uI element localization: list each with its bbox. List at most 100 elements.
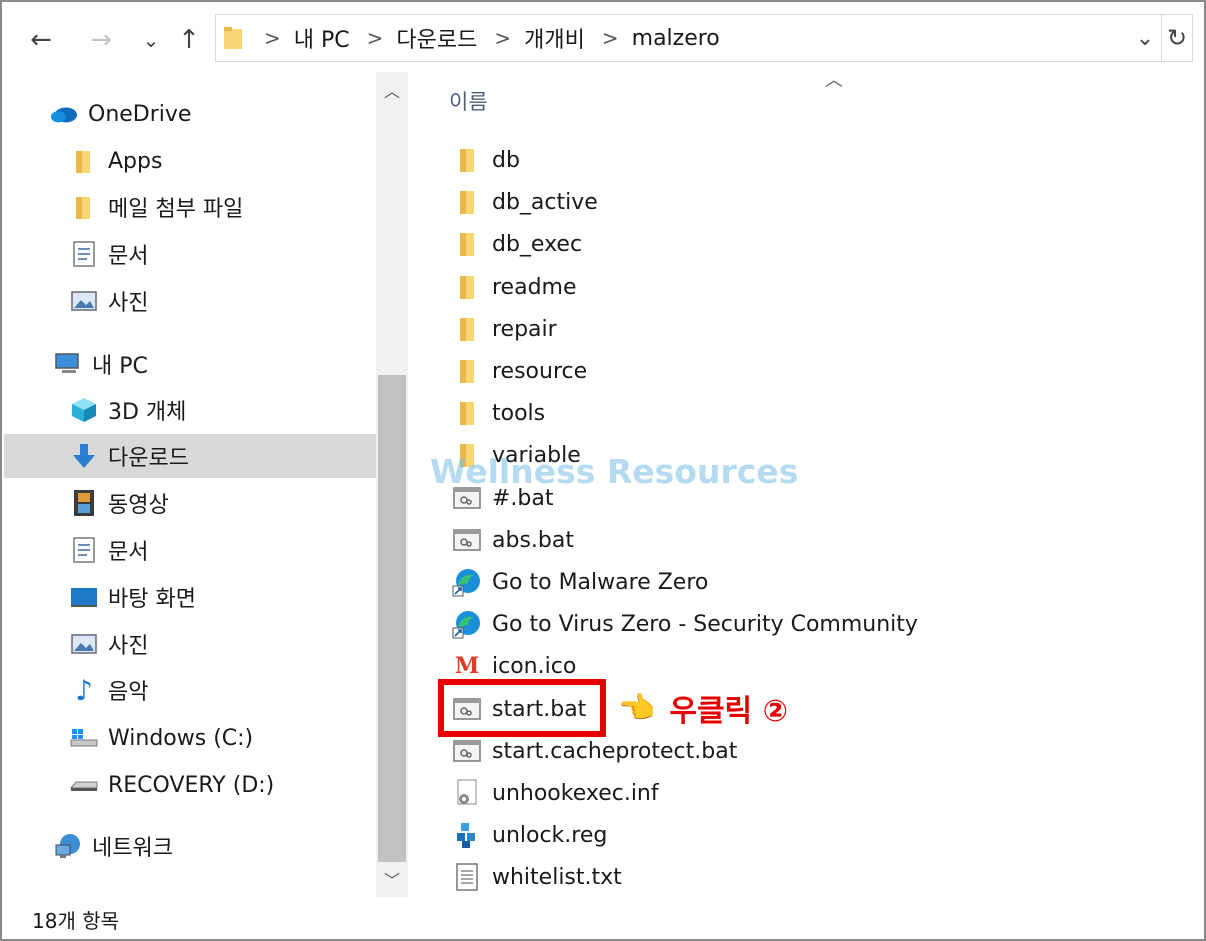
folder-icon [452,272,482,302]
refresh-button[interactable]: ↻ [1161,15,1192,61]
file-row[interactable]: db [452,140,520,180]
document-icon [70,240,98,268]
address-bar[interactable]: > 내 PC > 다운로드 > 개개비 > malzero ⌄ ↻ [215,14,1193,62]
sidebar-item-apps[interactable]: Apps [70,139,162,183]
sidebar-item-this-pc[interactable]: 내 PC [54,342,148,386]
sidebar-item-desktop[interactable]: 바탕 화면 [70,575,196,619]
windows-drive-icon [70,724,98,752]
breadcrumb-item[interactable]: malzero [632,26,720,51]
status-item-count: 18개 항목 [32,909,120,933]
file-row[interactable]: Go to Malware Zero [452,562,708,602]
sidebar-item-label: 3D 개체 [108,400,187,425]
up-button[interactable]: ↑ [172,22,206,58]
annotation: 👈 우클릭 ② [618,686,788,730]
chevron-down-icon: ⌄ [142,28,160,52]
edge-shortcut-icon [452,567,482,597]
file-name: db_exec [492,231,583,257]
folder-icon [452,356,482,386]
file-name: icon.ico [492,653,577,679]
sidebar-item-label: 다운로드 [108,446,189,471]
back-arrow-icon: ← [30,25,52,55]
sidebar-item-network[interactable]: 네트워크 [54,824,173,868]
text-file-icon [452,862,482,892]
highlight-box [438,679,606,737]
file-row[interactable]: Go to Virus Zero - Security Community [452,604,918,644]
sidebar-item-3d-objects[interactable]: 3D 개체 [70,388,186,432]
folder-icon [452,229,482,259]
file-row[interactable]: resource [452,351,587,391]
annotation-text: 우클릭 ② [669,694,789,729]
folder-icon [70,193,98,221]
forward-button[interactable]: → [84,22,118,58]
sidebar-item-music[interactable]: ♪ 음악 [70,668,148,712]
file-row[interactable]: readme [452,267,577,307]
computer-icon [54,350,82,378]
sidebar-scrollbar[interactable]: ︿ ﹀ [376,72,408,897]
file-name: db [492,147,520,173]
edge-shortcut-icon [452,609,482,639]
breadcrumb-item[interactable]: 다운로드 [396,22,477,54]
breadcrumb-item[interactable]: 내 PC [294,22,350,54]
batch-file-icon [452,736,482,766]
film-icon [70,489,98,517]
column-header-name[interactable]: 이름 [449,86,488,116]
recent-locations-button[interactable]: ⌄ [134,22,168,58]
sidebar-item-label: 사진 [108,634,149,659]
sidebar-item-mail-attachments[interactable]: 메일 첨부 파일 [70,185,243,229]
sidebar-item-documents-2[interactable]: 문서 [70,528,148,572]
file-row[interactable]: start.cacheprotect.bat [452,731,737,771]
file-row[interactable]: abs.bat [452,520,574,560]
folder-icon [452,314,482,344]
folder-icon [452,187,482,217]
file-row[interactable]: unhookexec.inf [452,773,659,813]
sidebar-item-onedrive[interactable]: OneDrive [50,92,191,136]
sidebar-item-label: 메일 첨부 파일 [108,197,244,222]
navigation-pane: OneDrive Apps 메일 첨부 파일 문서 사진 내 PC 3D 개체 [4,72,376,897]
sidebar-item-pictures[interactable]: 사진 [70,279,148,323]
address-dropdown-button[interactable]: ⌄ [1130,15,1160,61]
sidebar-item-label: 사진 [108,291,149,316]
sidebar-item-windows-c[interactable]: Windows (C:) [70,716,253,760]
sidebar-item-documents[interactable]: 문서 [70,232,148,276]
sidebar-item-pictures-2[interactable]: 사진 [70,622,148,666]
folder-icon [70,147,98,175]
sidebar-item-label: OneDrive [88,101,192,127]
chevron-right-icon: > [494,26,512,50]
chevron-down-icon: ⌄ [1135,25,1155,51]
drive-icon [70,771,98,799]
scroll-down-button[interactable]: ﹀ [376,861,408,897]
file-name: tools [492,400,546,426]
sidebar-item-videos[interactable]: 동영상 [70,481,169,525]
sort-ascending-icon: ︿ [825,70,843,91]
folder-icon [452,398,482,428]
sidebar-item-label: 네트워크 [92,836,173,861]
document-icon [70,536,98,564]
network-icon [54,832,82,860]
file-row[interactable]: db_active [452,182,598,222]
cloud-icon [50,100,78,128]
file-row[interactable]: unlock.reg [452,815,607,855]
chevron-right-icon: > [601,26,619,50]
chevron-down-icon: ﹀ [383,871,400,890]
file-row[interactable]: repair [452,309,557,349]
folder-icon [452,145,482,175]
pointing-hand-icon: 👈 [618,690,656,726]
batch-file-icon [452,525,482,555]
file-row[interactable]: tools [452,393,545,433]
explorer-window: ← → ⌄ ↑ > 내 PC > 다운로드 > 개개비 > malzero ⌄ … [0,0,1206,941]
scrollbar-thumb[interactable] [378,375,406,862]
sidebar-item-label: Windows (C:) [108,725,254,751]
scroll-up-button[interactable]: ︿ [376,72,408,108]
desktop-icon [70,583,98,611]
file-name: resource [492,358,588,384]
m-logo-icon: M [454,653,480,679]
sidebar-item-recovery-d[interactable]: RECOVERY (D:) [70,763,274,807]
watermark: Wellness Resources [430,452,799,491]
file-row[interactable]: whitelist.txt [452,857,622,897]
breadcrumb-item[interactable]: 개개비 [524,22,585,54]
sidebar-item-downloads[interactable]: 다운로드 [4,434,376,478]
file-name: abs.bat [492,527,574,553]
back-button[interactable]: ← [24,22,58,58]
file-row[interactable]: db_exec [452,224,582,264]
sidebar-item-label: RECOVERY (D:) [108,772,275,798]
